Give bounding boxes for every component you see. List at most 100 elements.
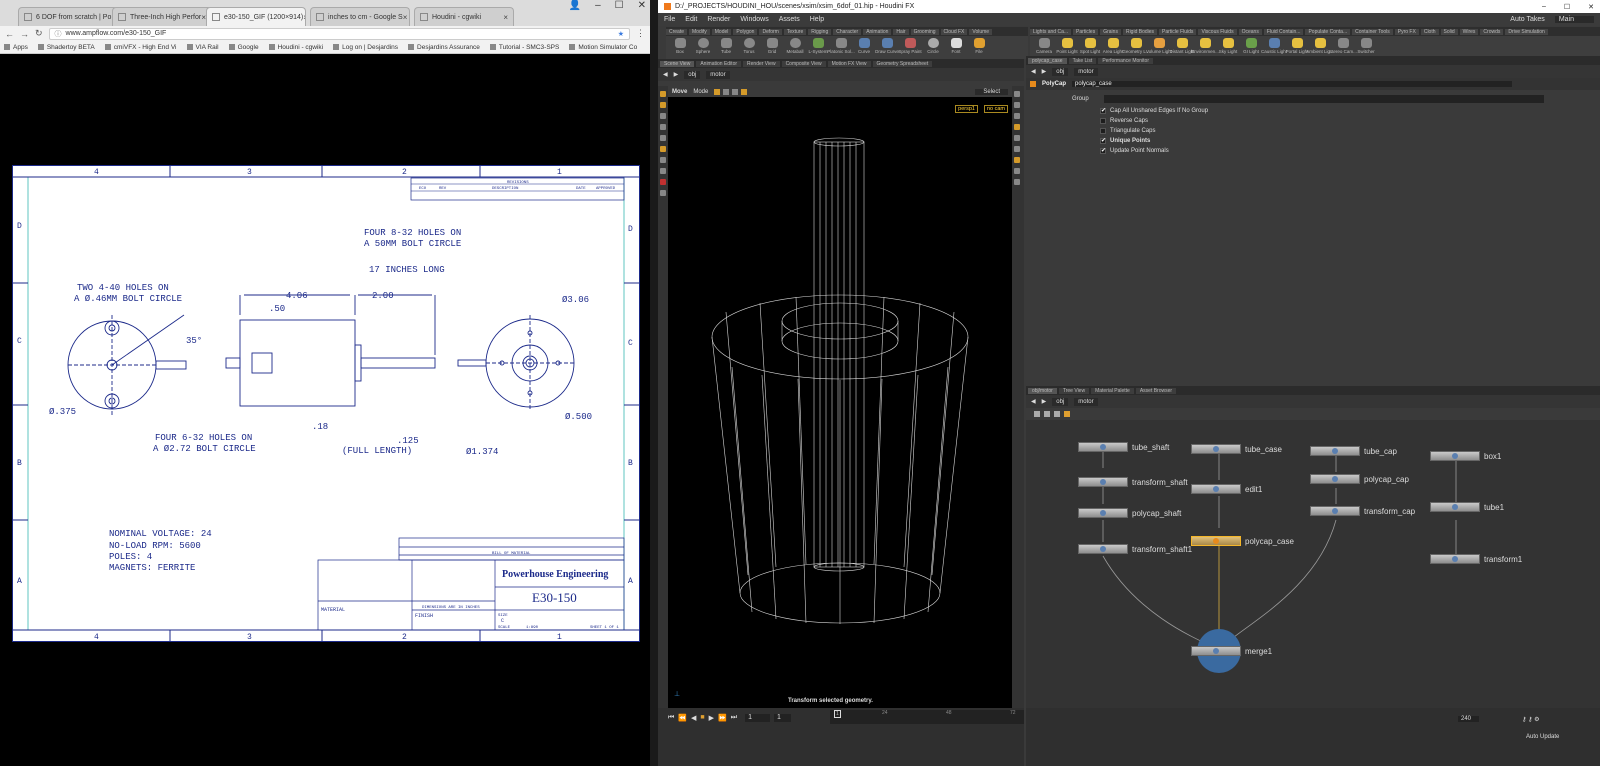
tool-camera[interactable]: Camera xyxy=(1034,38,1054,57)
tool-ambient-light[interactable]: Ambient Lig... xyxy=(1306,38,1334,57)
tool-area-light[interactable]: Area Light xyxy=(1103,38,1123,57)
checkbox[interactable]: ✔ xyxy=(1100,108,1106,114)
shelf-tab[interactable]: Deform xyxy=(759,28,782,35)
bookmark-item[interactable]: Log on | Desjardins xyxy=(333,44,398,51)
tool-caustic-light[interactable]: Caustic Light xyxy=(1261,38,1287,57)
shelf-tab[interactable]: Hair xyxy=(893,28,909,35)
back-icon[interactable]: ◀ xyxy=(663,71,668,78)
tool-torus[interactable]: Torus xyxy=(739,38,759,57)
node-merge1[interactable]: merge1 xyxy=(1191,646,1272,656)
shelf-tab[interactable]: Viscous Fluids xyxy=(1198,28,1237,35)
close-window-icon[interactable]: ✕ xyxy=(1588,3,1594,11)
browser-tab[interactable]: 6 DOF from scratch | Po× xyxy=(18,7,118,26)
tool-point-light[interactable]: Point Light xyxy=(1056,38,1078,57)
shelf-tab[interactable]: Cloud FX xyxy=(940,28,968,35)
desktop-select[interactable]: Main xyxy=(1554,16,1594,23)
tab-motion-fx-view[interactable]: Motion FX View xyxy=(827,60,871,67)
bookmark-item[interactable]: Houdini - cgwiki xyxy=(269,44,324,51)
node-polycap-case-selected[interactable]: polycap_case xyxy=(1191,536,1294,546)
tab-performance-monitor[interactable]: Performance Monitor xyxy=(1098,57,1153,64)
shelf-tab[interactable]: Create xyxy=(666,28,688,35)
normals-icon[interactable] xyxy=(1014,168,1020,174)
shelf-tab[interactable]: Solid xyxy=(1440,28,1458,35)
maximize-icon[interactable]: ☐ xyxy=(1564,3,1570,11)
bookmark-item[interactable]: Apps xyxy=(4,44,28,51)
tool-sky-light[interactable]: Sky Light xyxy=(1218,38,1238,57)
tab-tree-view[interactable]: Tree View xyxy=(1058,387,1090,394)
tab-geometry-spreadsheet[interactable]: Geometry Spreadsheet xyxy=(872,60,933,67)
bookmark-item[interactable]: Motion Simulator Co xyxy=(569,44,637,51)
bookmark-item[interactable]: VIA Rail xyxy=(187,44,219,51)
node-name-field[interactable]: polycap_case xyxy=(1072,81,1513,87)
reload-icon[interactable]: ↻ xyxy=(35,28,43,39)
bookmark-star-icon[interactable]: ★ xyxy=(618,30,624,38)
back-icon[interactable]: ← xyxy=(5,29,14,39)
forward-icon[interactable]: ▶ xyxy=(674,71,679,78)
minimize-icon[interactable]: – xyxy=(595,0,601,14)
checkbox[interactable] xyxy=(1100,118,1106,124)
tab-material-palette[interactable]: Material Palette xyxy=(1091,387,1134,394)
light-icon[interactable] xyxy=(1014,135,1020,141)
tool-file[interactable]: File xyxy=(969,38,989,57)
jump-start-icon[interactable]: ⏮ xyxy=(668,714,674,722)
tab-take-list[interactable]: Take List xyxy=(1068,57,1097,64)
auto-update-toggle[interactable]: Auto Update xyxy=(1526,734,1559,740)
shelf-tab[interactable]: Particle Fluids xyxy=(1159,28,1197,35)
shelf-tab[interactable]: Rigging xyxy=(808,28,832,35)
node-edit1[interactable]: edit1 xyxy=(1191,484,1262,494)
end-frame-field[interactable]: 240 xyxy=(1458,716,1480,722)
shelf-tab[interactable]: Lights and Ca... xyxy=(1030,28,1072,35)
stop-icon[interactable]: ■ xyxy=(700,714,704,722)
tab-obj-motor[interactable]: obj/motor xyxy=(1028,387,1057,394)
tool-grid[interactable]: Grid xyxy=(762,38,782,57)
ghost-icon[interactable] xyxy=(1014,146,1020,152)
param-triangulate[interactable]: Triangulate Caps xyxy=(1100,126,1600,136)
browser-tab[interactable]: inches to cm - Google S × xyxy=(310,7,410,26)
view-tool-icon[interactable] xyxy=(660,157,666,163)
tab-scene-view[interactable]: Scene View xyxy=(660,60,695,67)
shelf-tab[interactable]: Particles xyxy=(1073,28,1099,35)
jump-end-icon[interactable]: ⏭ xyxy=(731,714,737,722)
network-editor[interactable]: obj/motor Tree View Material Palette Asset … xyxy=(1026,386,1600,708)
close-window-icon[interactable]: ✕ xyxy=(638,0,646,14)
node-transform-shaft[interactable]: transform_shaft xyxy=(1078,477,1188,487)
node-polycap-cap[interactable]: polycap_cap xyxy=(1310,474,1409,484)
shelf-tab[interactable]: Fluid Contain... xyxy=(1263,28,1304,35)
timeline-current-marker[interactable]: 1 xyxy=(834,710,841,718)
camera-icon[interactable] xyxy=(1014,113,1020,119)
select-points-icon[interactable] xyxy=(714,88,721,95)
grid-view-icon[interactable] xyxy=(1044,411,1050,417)
path-obj[interactable]: obj xyxy=(1052,67,1069,76)
shelf-tab[interactable]: Populate Conta... xyxy=(1305,28,1351,35)
step-back-icon[interactable]: ⏪ xyxy=(678,714,687,722)
bookmark-item[interactable]: Shadertoy BETA xyxy=(38,44,95,51)
browser-tab[interactable]: Houdini - cgwiki × xyxy=(414,7,514,26)
render-region-icon[interactable] xyxy=(660,190,666,196)
tool-draw-curve[interactable]: Draw Curve xyxy=(875,38,899,57)
tool-volume-light[interactable]: Volume Light xyxy=(1146,38,1172,57)
param-update-normals[interactable]: ✔ Update Point Normals xyxy=(1100,146,1600,156)
tool-curve[interactable]: Curve xyxy=(854,38,874,57)
scale-tool-icon[interactable] xyxy=(660,124,666,130)
camera-tool-icon[interactable] xyxy=(660,168,666,174)
shading-icon[interactable] xyxy=(1014,124,1020,130)
timeline-ruler[interactable]: 1 24 48 72 xyxy=(830,710,1024,724)
forward-icon[interactable]: → xyxy=(20,29,29,39)
forward-icon[interactable]: ▶ xyxy=(1042,398,1047,405)
tool-stereo-camera[interactable]: Stereo Cam... xyxy=(1329,38,1357,57)
shelf-tab[interactable]: Modify xyxy=(689,28,710,35)
secure-selection-icon[interactable] xyxy=(741,88,748,95)
path-motor[interactable]: motor xyxy=(706,70,730,79)
bookmark-item[interactable]: Google xyxy=(229,44,259,51)
shelf-tab[interactable]: Animation xyxy=(863,28,892,35)
shelf-tab[interactable]: Texture xyxy=(783,28,807,35)
node-polycap-shaft[interactable]: polycap_shaft xyxy=(1078,508,1181,518)
shelf-tab[interactable]: Model xyxy=(711,28,732,35)
shelf-tab[interactable]: Polygon xyxy=(733,28,758,35)
node-box1[interactable]: box1 xyxy=(1430,451,1501,461)
menu-file[interactable]: File xyxy=(664,16,675,23)
shelf-tab[interactable]: Grains xyxy=(1100,28,1121,35)
minimize-icon[interactable]: – xyxy=(1542,3,1546,11)
node-tube-cap[interactable]: tube_cap xyxy=(1310,446,1397,456)
shelf-tab[interactable]: Drive Simulation xyxy=(1505,28,1548,35)
